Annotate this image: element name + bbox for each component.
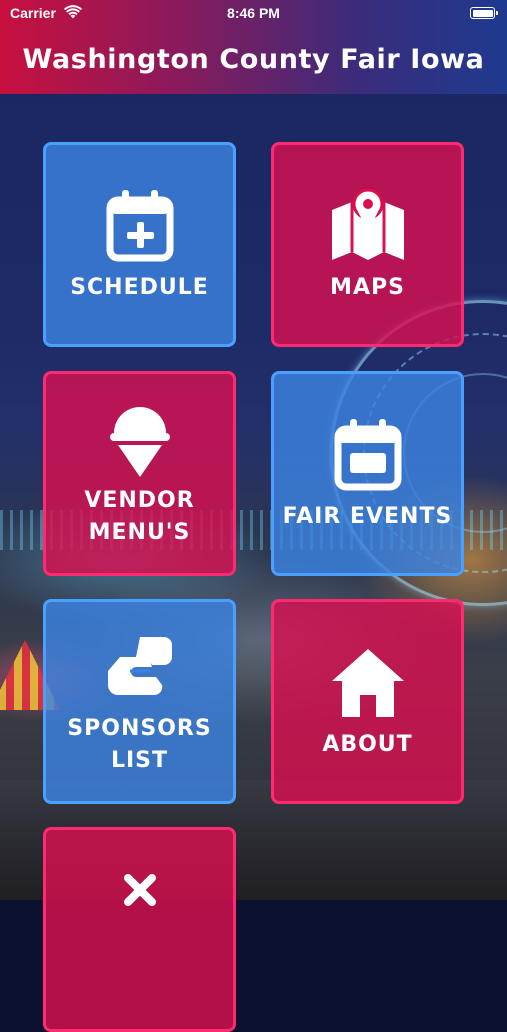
schedule-label: SCHEDULE xyxy=(70,274,209,300)
status-bar: Carrier 8:46 PM xyxy=(0,0,507,28)
schedule-tile-button[interactable]: SCHEDULE xyxy=(43,142,236,347)
sponsors-list-tile-button[interactable]: SPONSORS LIST xyxy=(43,599,236,804)
about-label: ABOUT xyxy=(322,731,413,757)
about-tile-button[interactable]: ABOUT xyxy=(271,599,464,804)
vendor-menus-tile-button[interactable]: VENDOR MENU'S xyxy=(43,371,236,576)
status-time: 8:46 PM xyxy=(227,5,280,21)
fair-events-tile-button[interactable]: FAIR EVENTS xyxy=(271,371,464,576)
calendar-icon xyxy=(334,418,401,490)
close-tile-button[interactable] xyxy=(43,827,236,1032)
ice-cream-icon xyxy=(109,406,170,477)
app-header: Carrier 8:46 PM Washington County Fair I… xyxy=(0,0,507,94)
map-pin-icon xyxy=(331,188,404,260)
home-icon xyxy=(331,648,404,717)
page-title: Washington County Fair Iowa xyxy=(22,44,485,75)
sponsors-list-label: SPONSORS LIST xyxy=(67,715,212,773)
maps-label: MAPS xyxy=(330,274,405,300)
handshake-icon xyxy=(107,636,172,695)
calendar-plus-icon xyxy=(106,189,173,261)
battery-icon xyxy=(470,7,498,19)
vendor-menus-label: VENDOR MENU'S xyxy=(84,487,195,545)
fair-events-label: FAIR EVENTS xyxy=(282,503,453,529)
close-x-icon xyxy=(123,874,156,906)
maps-tile-button[interactable]: MAPS xyxy=(271,142,464,347)
